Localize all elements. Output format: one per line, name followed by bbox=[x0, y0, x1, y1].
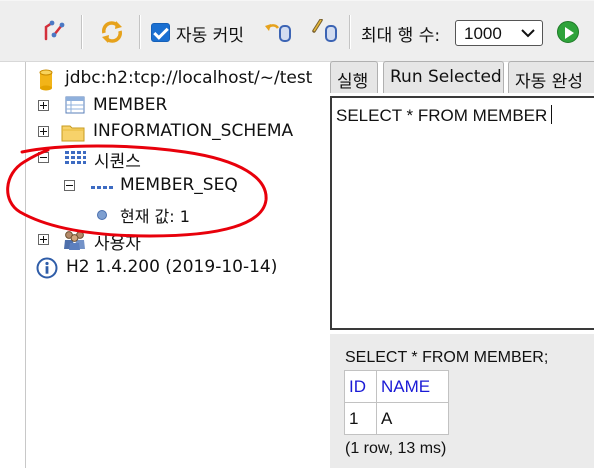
expand-icon[interactable] bbox=[38, 126, 49, 137]
tab-run-selected[interactable]: Run Selected bbox=[383, 61, 504, 93]
sql-editor[interactable]: SELECT * FROM MEMBER bbox=[330, 96, 594, 330]
table-cell: A bbox=[376, 402, 449, 435]
chevron-down-icon bbox=[520, 25, 536, 46]
database-icon bbox=[38, 69, 54, 96]
autocommit-checkbox[interactable] bbox=[151, 23, 170, 42]
result-panel: SELECT * FROM MEMBER; ID NAME 1 A (1 row… bbox=[330, 334, 594, 468]
autocommit-label[interactable]: 자동 커밋 bbox=[176, 21, 244, 46]
max-rows-label: 최대 행 수: bbox=[361, 26, 441, 46]
tab-autocomplete[interactable]: 자동 완성 bbox=[508, 61, 594, 93]
tab-execute[interactable]: 실행 bbox=[330, 61, 378, 93]
annotation-circle bbox=[6, 144, 268, 238]
tree-item-label: INFORMATION_SCHEMA bbox=[93, 121, 294, 141]
toolbar-divider bbox=[139, 15, 141, 49]
table-row: 1 A bbox=[344, 402, 449, 435]
table-icon bbox=[65, 96, 85, 119]
column-header-name[interactable]: NAME bbox=[376, 370, 449, 403]
version-label: H2 1.4.200 (2019-10-14) bbox=[66, 257, 278, 277]
info-icon bbox=[36, 257, 58, 284]
run-icon[interactable] bbox=[557, 21, 579, 43]
max-rows-value: 1000 bbox=[464, 24, 502, 43]
result-meta: (1 row, 13 ms) bbox=[345, 440, 447, 457]
connection-url: jdbc:h2:tcp://localhost/~/test bbox=[65, 68, 313, 88]
plug-icon[interactable] bbox=[42, 19, 66, 48]
table-cell: 1 bbox=[344, 402, 377, 435]
toolbar-divider bbox=[81, 15, 83, 49]
max-rows-select[interactable]: 1000 bbox=[455, 20, 543, 46]
rollback-icon[interactable] bbox=[265, 19, 293, 48]
result-sql: SELECT * FROM MEMBER; bbox=[345, 349, 549, 366]
toolbar-divider bbox=[349, 15, 351, 49]
result-table: ID NAME 1 A bbox=[344, 370, 449, 435]
column-header-id[interactable]: ID bbox=[344, 370, 377, 403]
sql-editor-text: SELECT * FROM MEMBER bbox=[336, 106, 548, 125]
refresh-icon[interactable] bbox=[99, 19, 125, 50]
commit-icon[interactable] bbox=[311, 18, 339, 48]
toolbar: 자동 커밋 최대 행 수: 1000 bbox=[0, 0, 594, 62]
tree-item-label: MEMBER bbox=[93, 95, 168, 115]
expand-icon[interactable] bbox=[38, 100, 49, 111]
text-caret bbox=[551, 105, 553, 124]
tree-panel-border bbox=[25, 62, 26, 468]
